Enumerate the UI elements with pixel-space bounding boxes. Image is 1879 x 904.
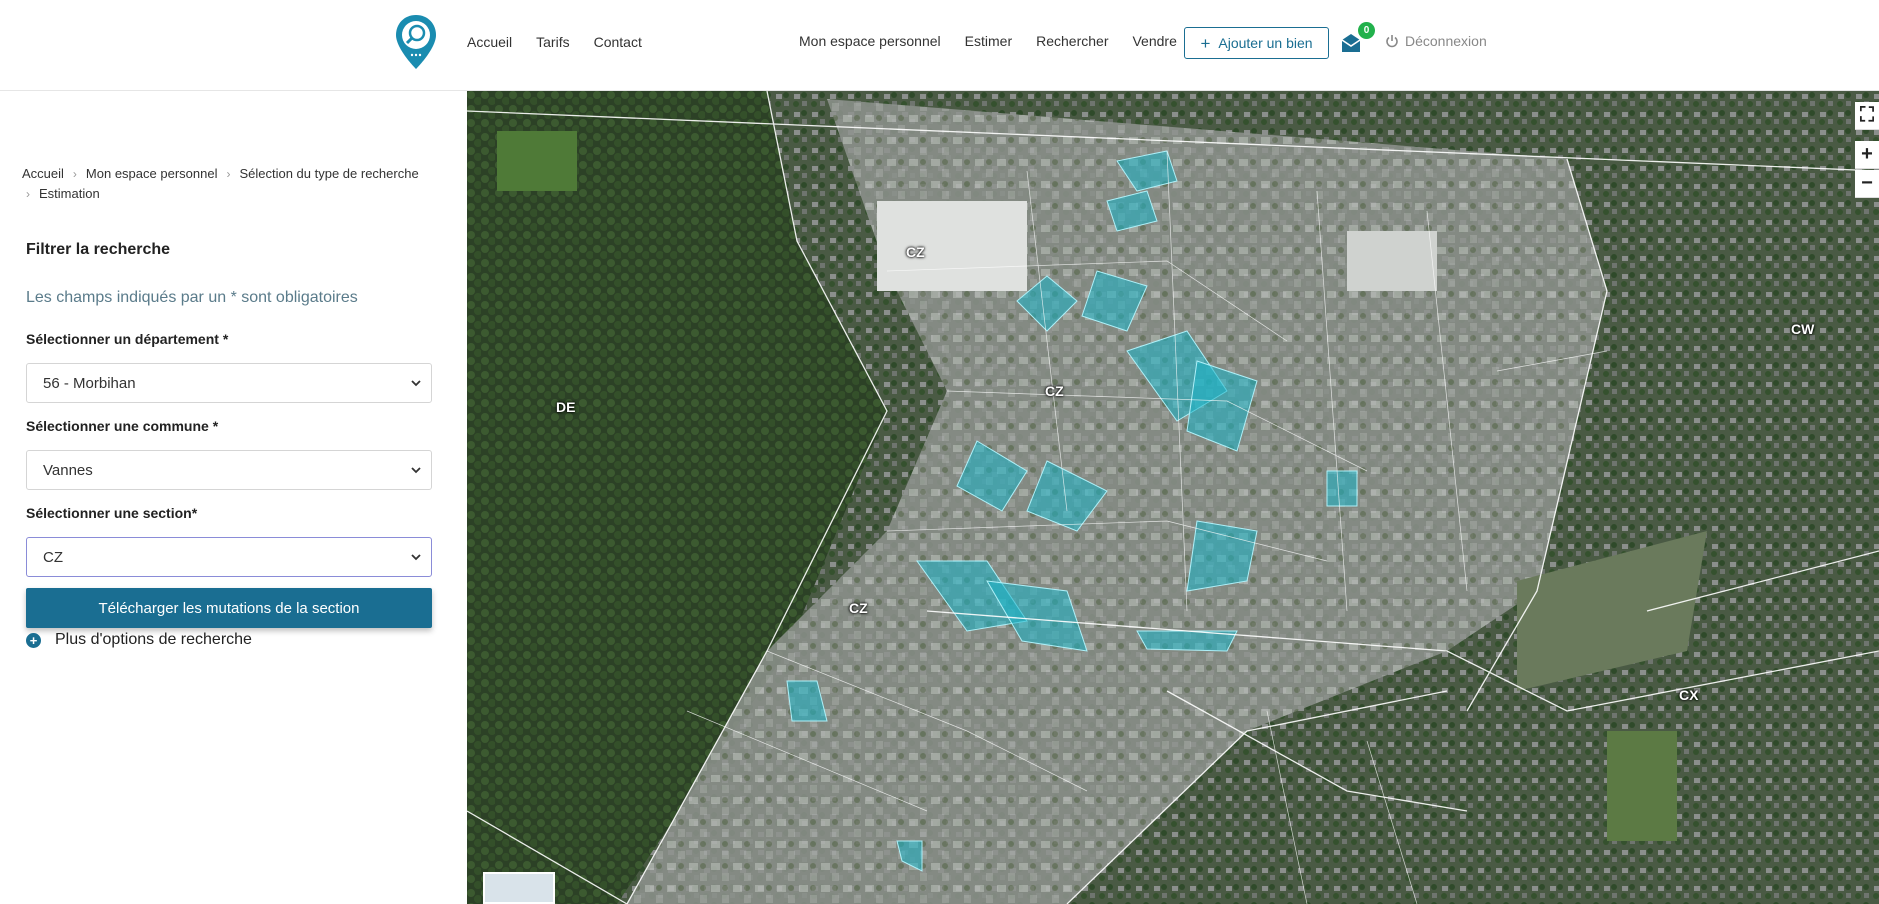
logout-button[interactable]: Déconnexion <box>1385 33 1487 49</box>
breadcrumb-mon-espace[interactable]: Mon espace personnel <box>86 166 218 181</box>
nav-tarifs[interactable]: Tarifs <box>536 34 569 50</box>
breadcrumb-estimation: Estimation <box>39 186 100 201</box>
plus-icon: + <box>1200 33 1211 53</box>
chevron-right-icon: › <box>26 187 30 201</box>
commune-label: Sélectionner une commune * <box>26 418 219 434</box>
nav-rechercher[interactable]: Rechercher <box>1036 33 1108 49</box>
chevron-down-icon <box>411 467 421 474</box>
department-label: Sélectionner un département * <box>26 331 229 347</box>
aerial-map-layer <box>467 91 1879 904</box>
section-value: CZ <box>43 548 63 566</box>
overview-minimap[interactable] <box>483 872 555 904</box>
top-header: Accueil Tarifs Contact Mon espace person… <box>0 0 1879 91</box>
section-label-cz-2: CZ <box>1045 383 1064 399</box>
zoom-out-button[interactable]: − <box>1855 170 1879 198</box>
department-select[interactable]: 56 - Morbihan <box>26 363 432 403</box>
logout-label: Déconnexion <box>1405 33 1487 49</box>
fullscreen-icon[interactable]: ⛶ <box>1855 102 1879 130</box>
department-value: 56 - Morbihan <box>43 374 136 392</box>
section-label-cx: CX <box>1679 687 1699 703</box>
add-property-button[interactable]: + Ajouter un bien <box>1184 27 1329 59</box>
nav-contact[interactable]: Contact <box>594 34 642 50</box>
nav-estimer[interactable]: Estimer <box>965 33 1012 49</box>
cadastral-map[interactable]: CZ CZ CZ DE CW CX ⛶ + − <box>467 91 1879 904</box>
chevron-down-icon <box>411 554 421 561</box>
plus-circle-icon: + <box>26 632 41 648</box>
required-fields-note: Les champs indiqués par un * sont obliga… <box>26 289 358 306</box>
chevron-right-icon: › <box>226 167 231 181</box>
breadcrumb-selection-type[interactable]: Sélection du type de recherche <box>239 166 418 181</box>
breadcrumb-accueil[interactable]: Accueil <box>22 166 64 181</box>
section-select[interactable]: CZ <box>26 537 432 577</box>
section-label-cw: CW <box>1791 321 1815 337</box>
section-label-de: DE <box>556 399 576 415</box>
commune-value: Vannes <box>43 461 93 479</box>
power-icon <box>1386 35 1398 48</box>
chevron-down-icon <box>411 380 421 387</box>
breadcrumb: Accueil › Mon espace personnel › Sélection d… <box>22 164 442 204</box>
nav-accueil[interactable]: Accueil <box>467 34 512 50</box>
commune-select[interactable]: Vannes <box>26 450 432 490</box>
zoom-in-button[interactable]: + <box>1855 141 1879 169</box>
nav-mon-espace[interactable]: Mon espace personnel <box>799 33 941 49</box>
user-nav: Mon espace personnel Estimer Rechercher … <box>799 33 1177 49</box>
notification-badge: 0 <box>1358 22 1375 39</box>
filter-title: Filtrer la recherche <box>26 241 171 258</box>
chevron-right-icon: › <box>72 167 77 181</box>
more-options-label: Plus d'options de recherche <box>55 631 252 648</box>
search-sidebar: Accueil › Mon espace personnel › Sélection d… <box>0 91 467 904</box>
main-nav: Accueil Tarifs Contact <box>467 34 642 50</box>
section-label: Sélectionner une section* <box>26 505 198 521</box>
section-label-cz-1: CZ <box>906 244 925 260</box>
location-pin-search-icon[interactable] <box>393 13 439 71</box>
nav-vendre[interactable]: Vendre <box>1132 33 1176 49</box>
add-property-label: Ajouter un bien <box>1218 35 1313 51</box>
more-options-toggle[interactable]: + Plus d'options de recherche <box>26 631 252 649</box>
section-label-cz-3: CZ <box>849 600 868 616</box>
download-mutations-button[interactable]: Télécharger les mutations de la section <box>26 588 432 628</box>
